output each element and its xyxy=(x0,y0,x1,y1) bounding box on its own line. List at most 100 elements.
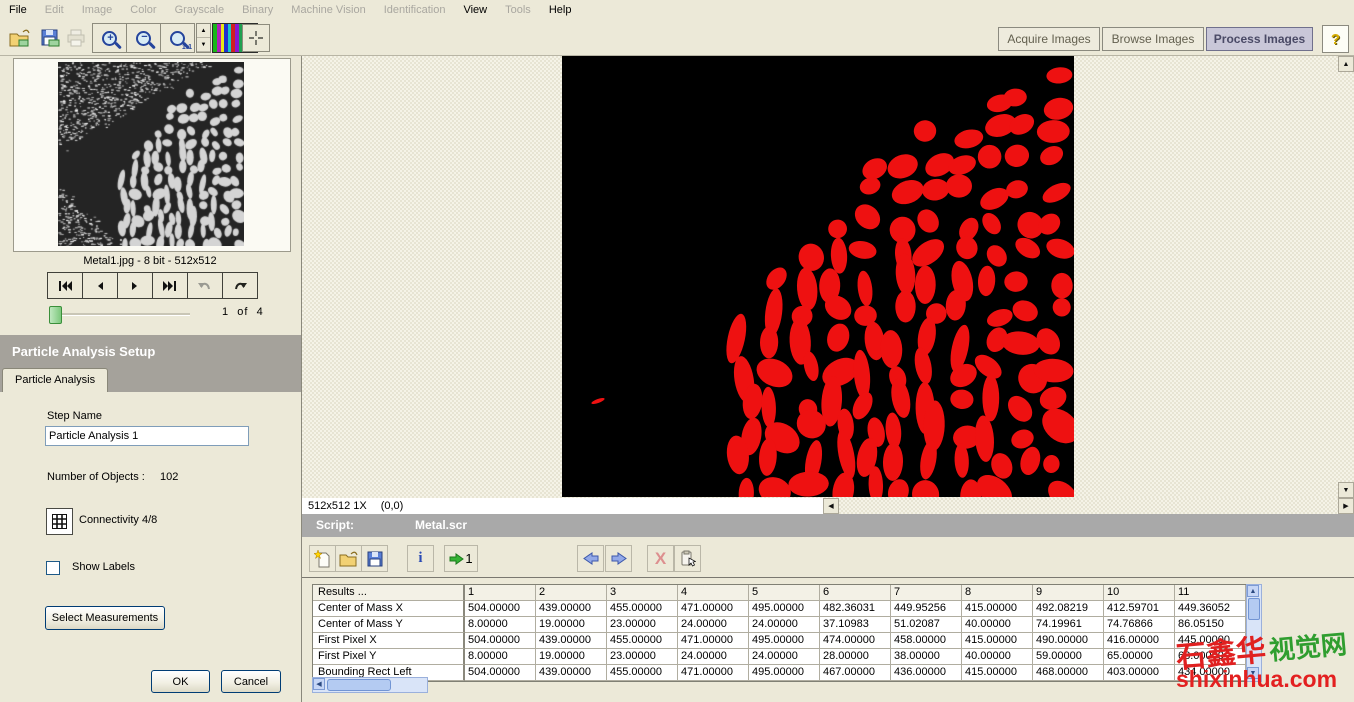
results-cell[interactable]: 455.00000 xyxy=(607,601,678,617)
step-forward-button[interactable] xyxy=(605,545,632,572)
results-scroll-left-icon[interactable]: ◀ xyxy=(313,678,325,690)
help-button[interactable]: ? xyxy=(1322,25,1349,53)
menu-file[interactable]: File xyxy=(0,2,36,18)
step-info-button[interactable]: i xyxy=(407,545,434,572)
results-cell[interactable]: 51.02087 xyxy=(891,617,962,633)
spinner-up-icon[interactable]: ▲ xyxy=(197,24,210,38)
results-cell[interactable]: 37.10983 xyxy=(820,617,891,633)
results-hscroll-thumb[interactable] xyxy=(327,679,391,691)
menu-help[interactable]: Help xyxy=(540,2,581,18)
results-cell[interactable]: 495.00000 xyxy=(749,633,820,649)
results-cell[interactable]: 68.00000 xyxy=(1175,649,1246,665)
results-header-cell[interactable]: 3 xyxy=(607,585,678,601)
results-cell[interactable]: 458.00000 xyxy=(891,633,962,649)
results-cell[interactable]: 436.00000 xyxy=(891,665,962,681)
results-header-cell[interactable]: Results ... xyxy=(313,585,465,601)
results-header-cell[interactable]: 9 xyxy=(1033,585,1104,601)
results-cell[interactable]: 38.00000 xyxy=(891,649,962,665)
results-cell[interactable]: 445.00000 xyxy=(1175,633,1246,649)
results-cell[interactable]: 490.00000 xyxy=(1033,633,1104,649)
results-cell[interactable]: 412.59701 xyxy=(1104,601,1175,617)
results-cell[interactable]: 455.00000 xyxy=(607,633,678,649)
results-header-cell[interactable]: 1 xyxy=(465,585,536,601)
thumbnail-image[interactable] xyxy=(58,62,244,246)
zoom-1-1-button[interactable]: 1:1 xyxy=(160,23,195,53)
results-cell[interactable]: 455.00000 xyxy=(607,665,678,681)
results-row-name[interactable]: First Pixel X xyxy=(313,633,465,649)
results-header-cell[interactable]: 5 xyxy=(749,585,820,601)
acquire-images-button[interactable]: Acquire Images xyxy=(998,27,1100,51)
results-cell[interactable]: 474.00000 xyxy=(820,633,891,649)
results-scroll-down-icon[interactable]: ▼ xyxy=(1247,667,1259,679)
zoom-in-button[interactable]: + xyxy=(92,23,127,53)
results-header-cell[interactable]: 10 xyxy=(1104,585,1175,601)
step-back-button[interactable] xyxy=(577,545,604,572)
results-row-name[interactable]: Center of Mass X xyxy=(313,601,465,617)
results-cell[interactable]: 482.36031 xyxy=(820,601,891,617)
scroll-left-icon[interactable]: ◀ xyxy=(823,498,839,514)
results-header-cell[interactable]: 2 xyxy=(536,585,607,601)
results-cell[interactable]: 24.00000 xyxy=(678,649,749,665)
results-cell[interactable]: 23.00000 xyxy=(607,617,678,633)
scroll-right-icon[interactable]: ▶ xyxy=(1338,498,1354,514)
results-cell[interactable]: 23.00000 xyxy=(607,649,678,665)
scroll-up-icon[interactable]: ▲ xyxy=(1338,56,1354,72)
results-cell[interactable]: 74.76866 xyxy=(1104,617,1175,633)
crosshair-tool-button[interactable] xyxy=(242,24,270,52)
spinner-down-icon[interactable]: ▼ xyxy=(197,38,210,52)
results-row-name[interactable]: First Pixel Y xyxy=(313,649,465,665)
results-cell[interactable]: 504.00000 xyxy=(465,601,536,617)
ok-button[interactable]: OK xyxy=(151,670,210,693)
results-cell[interactable]: 415.00000 xyxy=(962,601,1033,617)
results-cell[interactable]: 434.00000 xyxy=(1175,665,1246,681)
results-cell[interactable]: 24.00000 xyxy=(678,617,749,633)
results-cell[interactable]: 495.00000 xyxy=(749,601,820,617)
tab-particle-analysis[interactable]: Particle Analysis xyxy=(2,368,108,392)
results-header-cell[interactable]: 7 xyxy=(891,585,962,601)
results-cell[interactable]: 403.00000 xyxy=(1104,665,1175,681)
results-header-cell[interactable]: 8 xyxy=(962,585,1033,601)
results-cell[interactable]: 416.00000 xyxy=(1104,633,1175,649)
results-cell[interactable]: 8.00000 xyxy=(465,617,536,633)
results-header-cell[interactable]: 11 xyxy=(1175,585,1246,601)
results-cell[interactable]: 19.00000 xyxy=(536,617,607,633)
results-cell[interactable]: 504.00000 xyxy=(465,665,536,681)
show-labels-checkbox[interactable] xyxy=(46,561,60,575)
open-script-button[interactable] xyxy=(335,545,362,572)
image-horizontal-scrollbar[interactable]: ◀ ▶ xyxy=(823,498,1354,514)
results-cell[interactable]: 449.95256 xyxy=(891,601,962,617)
results-cell[interactable]: 471.00000 xyxy=(678,601,749,617)
results-cell[interactable]: 467.00000 xyxy=(820,665,891,681)
connectivity-button[interactable] xyxy=(46,508,73,535)
results-cell[interactable]: 28.00000 xyxy=(820,649,891,665)
results-cell[interactable]: 504.00000 xyxy=(465,633,536,649)
results-horizontal-scrollbar[interactable]: ◀ xyxy=(312,677,428,693)
menu-view[interactable]: View xyxy=(454,2,496,18)
results-cell[interactable]: 24.00000 xyxy=(749,617,820,633)
results-vertical-scrollbar[interactable]: ▲ ▼ xyxy=(1246,584,1262,682)
results-header-cell[interactable]: 4 xyxy=(678,585,749,601)
save-script-button[interactable] xyxy=(361,545,388,572)
last-image-button[interactable] xyxy=(153,272,188,299)
results-cell[interactable]: 468.00000 xyxy=(1033,665,1104,681)
results-scroll-up-icon[interactable]: ▲ xyxy=(1247,585,1259,597)
results-cell[interactable]: 19.00000 xyxy=(536,649,607,665)
cancel-button[interactable]: Cancel xyxy=(221,670,281,693)
results-cell[interactable]: 471.00000 xyxy=(678,633,749,649)
results-cell[interactable]: 40.00000 xyxy=(962,649,1033,665)
image-slider-thumb[interactable] xyxy=(49,306,62,324)
results-cell[interactable]: 495.00000 xyxy=(749,665,820,681)
zoom-spinner[interactable]: ▲ ▼ xyxy=(196,23,211,53)
results-cell[interactable]: 59.00000 xyxy=(1033,649,1104,665)
results-cell[interactable]: 439.00000 xyxy=(536,601,607,617)
results-cell[interactable]: 492.08219 xyxy=(1033,601,1104,617)
scroll-down-icon[interactable]: ▼ xyxy=(1338,482,1354,498)
run-once-button[interactable]: 1 xyxy=(444,545,478,572)
process-images-button[interactable]: Process Images xyxy=(1206,27,1313,51)
image-slider-track[interactable] xyxy=(55,313,190,316)
select-measurements-button[interactable]: Select Measurements xyxy=(45,606,165,630)
image-vertical-scrollbar[interactable]: ▲ ▼ xyxy=(1338,56,1354,498)
results-cell[interactable]: 415.00000 xyxy=(962,633,1033,649)
step-name-input[interactable] xyxy=(45,426,249,446)
binary-particle-image[interactable] xyxy=(562,56,1074,497)
